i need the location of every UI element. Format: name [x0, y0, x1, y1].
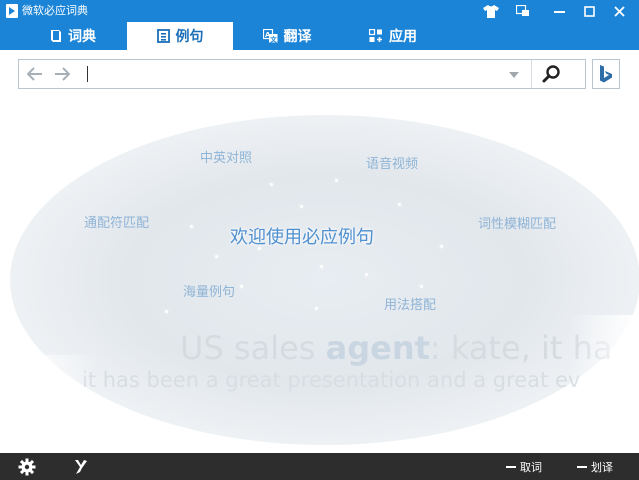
sample-keyword: agent: [325, 329, 430, 367]
svg-text:文: 文: [269, 34, 277, 43]
sparkle: [165, 310, 168, 313]
sparkle: [190, 225, 193, 228]
take-word-toggle[interactable]: 取词: [506, 459, 542, 475]
sample-text: US sales: [180, 329, 326, 367]
bing-logo-icon: [600, 65, 612, 83]
tab-dictionary[interactable]: 词典: [20, 22, 126, 50]
maximize-button[interactable]: [573, 0, 605, 22]
document-icon: [156, 29, 170, 43]
welcome-title: 欢迎使用必应例句: [230, 227, 374, 248]
sparkle: [240, 285, 243, 288]
mini-mode-button[interactable]: [507, 0, 539, 22]
sparkle: [335, 179, 338, 182]
feature-pos-fuzzy: 词性模糊匹配: [478, 217, 557, 232]
tab-label: 翻译: [283, 29, 312, 45]
sample-sentence-english: US sales agent: kate, it ha: [180, 329, 613, 367]
toggle-bar: [577, 466, 587, 468]
fade-overlay: [569, 315, 639, 415]
pin-icon[interactable]: [72, 458, 90, 476]
skin-button[interactable]: [475, 0, 507, 22]
tab-examples[interactable]: 例句: [127, 22, 233, 50]
history-dropdown-icon[interactable]: [509, 72, 519, 78]
welcome-stage: 中英对照 语音视频 通配符匹配 词性模糊匹配 海量例句 用法搭配 欢迎使用必应例…: [0, 95, 639, 453]
sparkle: [420, 285, 423, 288]
tab-translate[interactable]: A 文 翻译: [234, 22, 340, 50]
mini-window-icon: [516, 5, 529, 16]
feature-bilingual: 中英对照: [200, 151, 253, 166]
apps-icon: [369, 29, 382, 42]
sparkle: [320, 265, 323, 268]
gear-icon[interactable]: [18, 458, 36, 476]
sparkle: [300, 205, 303, 208]
sparkle: [365, 273, 368, 276]
back-arrow-icon[interactable]: [27, 67, 43, 81]
forward-arrow-icon[interactable]: [54, 67, 70, 81]
maximize-icon: [583, 5, 595, 17]
fade-overlay: [0, 355, 100, 415]
minimize-button[interactable]: [543, 0, 575, 22]
select-translate-toggle[interactable]: 划译: [577, 459, 613, 475]
tab-label: 词典: [68, 29, 96, 45]
window-title: 微软必应词典: [22, 4, 88, 17]
tab-bar: 词典 例句 A 文 翻译 应用: [0, 22, 639, 50]
select-translate-label: 划译: [591, 461, 613, 474]
minimize-icon: [553, 10, 565, 13]
feature-collocations: 用法搭配: [384, 298, 437, 313]
sparkle: [215, 255, 218, 258]
background-cloud: [10, 115, 639, 445]
take-word-label: 取词: [520, 461, 542, 474]
sparkle: [440, 245, 443, 248]
sparkle: [270, 183, 273, 186]
translate-icon: A 文: [262, 29, 277, 43]
tab-label: 例句: [175, 29, 204, 45]
tab-label: 应用: [389, 29, 417, 45]
text-caret: [87, 66, 88, 82]
sparkle: [398, 203, 401, 206]
sparkle: [315, 307, 318, 310]
close-icon: [613, 5, 625, 17]
search-icon[interactable]: [541, 64, 563, 84]
search-divider: [531, 60, 532, 88]
book-icon: [51, 30, 61, 42]
sample-sentence-line2: it has been a great presentation and a g…: [82, 368, 581, 392]
feature-wildcard: 通配符匹配: [84, 216, 150, 231]
tab-apps[interactable]: 应用: [340, 22, 446, 50]
search-box: [18, 59, 586, 89]
toggle-bar: [506, 466, 516, 468]
app-logo-icon: [6, 4, 18, 18]
shirt-icon: [483, 4, 499, 18]
close-button[interactable]: [603, 0, 635, 22]
feature-audio-video: 语音视频: [366, 157, 419, 172]
search-input[interactable]: [91, 63, 511, 85]
title-bar: 微软必应词典: [0, 0, 639, 22]
bing-button[interactable]: [592, 59, 620, 89]
feature-massive-examples: 海量例句: [183, 285, 236, 300]
bottom-bar: 取词 划译: [0, 453, 639, 480]
